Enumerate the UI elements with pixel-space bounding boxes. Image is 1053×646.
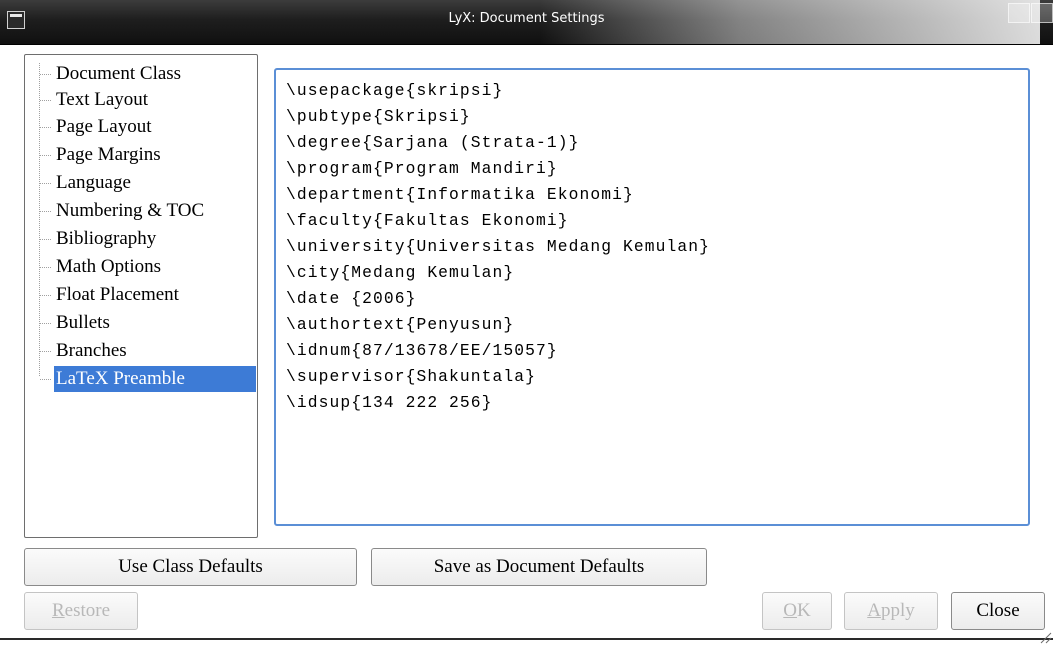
sidebar-item-latex-preamble[interactable]: LaTeX Preamble: [40, 366, 256, 392]
preamble-line: \department{Informatika Ekonomi}: [286, 185, 634, 204]
sidebar-item-language[interactable]: Language: [40, 170, 133, 196]
tree-connector-line: [39, 63, 40, 376]
sidebar-item-float-placement[interactable]: Float Placement: [40, 282, 181, 308]
preamble-line: \program{Program Mandiri}: [286, 159, 558, 178]
preamble-line: \supervisor{Shakuntala}: [286, 367, 537, 386]
preamble-line: \idnum{87/13678/EE/15057}: [286, 341, 558, 360]
sidebar-item-page-layout[interactable]: Page Layout: [40, 114, 154, 140]
document-settings-window: LyX: Document Settings Document Class Te…: [0, 0, 1053, 646]
preamble-line: \pubtype{Skripsi}: [286, 107, 471, 126]
ok-button[interactable]: OK: [762, 592, 832, 630]
sidebar-item-branches[interactable]: Branches: [40, 338, 129, 364]
save-as-document-defaults-button[interactable]: Save as Document Defaults: [371, 548, 707, 586]
close-button[interactable]: Close: [951, 592, 1045, 630]
preamble-line: \authortext{Penyusun}: [286, 315, 515, 334]
restore-label-rest: estore: [64, 600, 111, 621]
latex-preamble-editor[interactable]: \usepackage{skripsi} \pubtype{Skripsi} \…: [274, 68, 1030, 526]
preamble-line: \usepackage{skripsi}: [286, 81, 504, 100]
window-close-icon[interactable]: [1031, 3, 1053, 23]
restore-button[interactable]: Restore: [24, 592, 138, 630]
window-title: LyX: Document Settings: [448, 11, 605, 26]
sidebar-item-text-layout[interactable]: Text Layout: [39, 87, 150, 113]
sidebar-item-numbering-toc[interactable]: Numbering & TOC: [39, 198, 206, 224]
ok-label-rest: K: [797, 600, 811, 621]
preamble-line: \university{Universitas Medang Kemulan}: [286, 237, 710, 256]
apply-button[interactable]: Apply: [844, 592, 938, 630]
sidebar-item-bibliography[interactable]: Bibliography: [39, 226, 158, 252]
sidebar-item-math-options[interactable]: Math Options: [39, 254, 163, 280]
sidebar-item-bullets[interactable]: Bullets: [40, 310, 112, 336]
preamble-line: \idsup{134 222 256}: [286, 393, 493, 412]
preamble-line: \city{Medang Kemulan}: [286, 263, 515, 282]
resize-grip-icon[interactable]: [1038, 630, 1052, 644]
apply-label-rest: pply: [880, 600, 915, 621]
ok-mnemonic: O: [783, 600, 797, 621]
preamble-line: \faculty{Fakultas Ekonomi}: [286, 211, 569, 230]
minimize-icon[interactable]: [1008, 3, 1030, 23]
preamble-line: \date {2006}: [286, 289, 417, 308]
preamble-line: \degree{Sarjana (Strata-1)}: [286, 133, 580, 152]
settings-category-list[interactable]: Document Class Text Layout Page Layout P…: [24, 54, 258, 538]
sidebar-item-document-class[interactable]: Document Class: [39, 61, 183, 87]
title-bar[interactable]: LyX: Document Settings: [0, 0, 1053, 45]
sidebar-item-page-margins[interactable]: Page Margins: [40, 142, 163, 168]
restore-mnemonic: R: [51, 600, 65, 621]
use-class-defaults-button[interactable]: Use Class Defaults: [24, 548, 357, 586]
window-bottom-edge: [0, 638, 1053, 646]
apply-mnemonic: A: [867, 600, 881, 621]
